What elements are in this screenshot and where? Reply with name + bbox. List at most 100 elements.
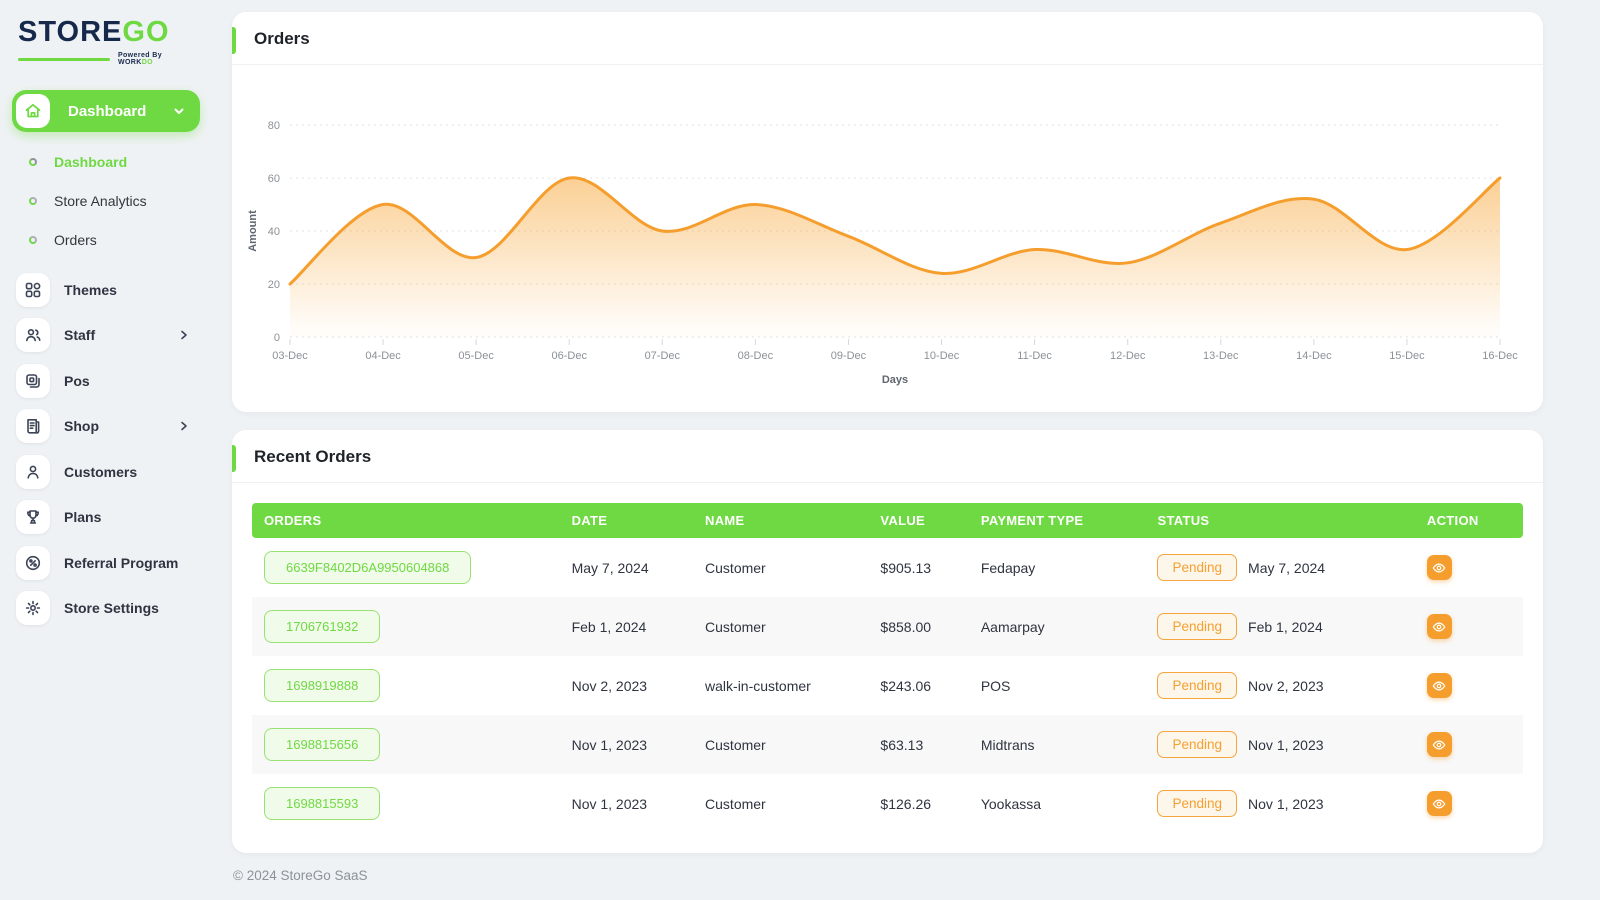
staff-icon bbox=[16, 318, 50, 352]
sidebar-subnav: Dashboard Store Analytics Orders bbox=[0, 142, 212, 259]
svg-text:15-Dec: 15-Dec bbox=[1389, 350, 1425, 362]
svg-text:06-Dec: 06-Dec bbox=[551, 350, 587, 362]
col-header-name: NAME bbox=[693, 503, 868, 538]
chevron-right-icon bbox=[178, 329, 190, 341]
status-badge: Pending bbox=[1157, 731, 1237, 758]
svg-text:Amount: Amount bbox=[247, 210, 259, 252]
order-name: Customer bbox=[693, 715, 868, 774]
view-order-button[interactable] bbox=[1427, 732, 1452, 757]
sidebar-item-themes[interactable]: Themes bbox=[0, 267, 212, 313]
svg-text:04-Dec: 04-Dec bbox=[365, 350, 401, 362]
svg-text:80: 80 bbox=[268, 120, 280, 132]
trophy-icon bbox=[16, 500, 50, 534]
view-order-button[interactable] bbox=[1427, 555, 1452, 580]
view-order-button[interactable] bbox=[1427, 791, 1452, 816]
orders-chart-card: Orders 02040608003-Dec04-Dec05-Dec06-Dec… bbox=[232, 12, 1543, 412]
storego-logo[interactable]: STOREGO Powered By WORKDO bbox=[0, 10, 212, 68]
order-date: Feb 1, 2024 bbox=[560, 597, 693, 656]
sidebar-nav: Themes Staff Pos Shop bbox=[0, 267, 212, 631]
orders-card-title: Orders bbox=[254, 29, 1521, 49]
eye-icon bbox=[1432, 561, 1446, 575]
sidebar-item-store-analytics[interactable]: Store Analytics bbox=[0, 181, 212, 220]
main-content: Orders 02040608003-Dec04-Dec05-Dec06-Dec… bbox=[232, 12, 1543, 883]
logo-underline bbox=[18, 58, 110, 61]
sidebar-item-referral-program[interactable]: Referral Program bbox=[0, 540, 212, 586]
chevron-down-icon bbox=[172, 104, 186, 118]
svg-text:40: 40 bbox=[268, 226, 280, 238]
sidebar-item-store-settings[interactable]: Store Settings bbox=[0, 586, 212, 632]
sidebar-item-plans[interactable]: Plans bbox=[0, 495, 212, 541]
svg-text:Days: Days bbox=[882, 374, 908, 386]
order-value: $63.13 bbox=[868, 715, 968, 774]
status-badge: Pending bbox=[1157, 554, 1237, 581]
bullet-icon bbox=[29, 197, 37, 205]
svg-text:13-Dec: 13-Dec bbox=[1203, 350, 1239, 362]
sidebar-item-staff[interactable]: Staff bbox=[0, 313, 212, 359]
status-badge: Pending bbox=[1157, 790, 1237, 817]
status-badge: Pending bbox=[1157, 672, 1237, 699]
order-payment-type: Midtrans bbox=[969, 715, 1146, 774]
gear-icon bbox=[16, 591, 50, 625]
chevron-right-icon bbox=[178, 420, 190, 432]
table-row: 6639F8402D6A9950604868 May 7, 2024 Custo… bbox=[252, 538, 1523, 597]
order-payment-type: Fedapay bbox=[969, 538, 1146, 597]
table-row: 1706761932 Feb 1, 2024 Customer $858.00 … bbox=[252, 597, 1523, 656]
order-name: Customer bbox=[693, 597, 868, 656]
order-value: $243.06 bbox=[868, 656, 968, 715]
col-header-orders: ORDERS bbox=[252, 503, 560, 538]
col-header-status: STATUS bbox=[1145, 503, 1414, 538]
order-date: Nov 2, 2023 bbox=[560, 656, 693, 715]
status-date: Nov 1, 2023 bbox=[1248, 796, 1324, 812]
shop-icon bbox=[16, 409, 50, 443]
sidebar-item-dashboard[interactable]: Dashboard bbox=[0, 142, 212, 181]
order-date: May 7, 2024 bbox=[560, 538, 693, 597]
sidebar-group-dashboard[interactable]: Dashboard bbox=[12, 90, 200, 132]
copyright-text: © 2024 StoreGo SaaS bbox=[233, 868, 1543, 883]
order-id-badge: 1698815593 bbox=[264, 787, 380, 820]
status-badge: Pending bbox=[1157, 613, 1237, 640]
eye-icon bbox=[1432, 620, 1446, 634]
recent-orders-title: Recent Orders bbox=[254, 447, 1521, 467]
sidebar-item-shop[interactable]: Shop bbox=[0, 404, 212, 450]
svg-text:0: 0 bbox=[274, 332, 280, 344]
order-name: Customer bbox=[693, 774, 868, 833]
order-payment-type: Aamarpay bbox=[969, 597, 1146, 656]
order-name: walk-in-customer bbox=[693, 656, 868, 715]
sidebar-item-orders[interactable]: Orders bbox=[0, 220, 212, 259]
bullet-icon bbox=[29, 236, 37, 244]
status-date: Nov 2, 2023 bbox=[1248, 678, 1324, 694]
sidebar: STOREGO Powered By WORKDO Dashboard Dash… bbox=[0, 0, 212, 900]
view-order-button[interactable] bbox=[1427, 673, 1452, 698]
customer-icon bbox=[16, 455, 50, 489]
view-order-button[interactable] bbox=[1427, 614, 1452, 639]
card-accent-bar bbox=[232, 445, 236, 472]
order-value: $905.13 bbox=[868, 538, 968, 597]
table-header-row: ORDERS DATE NAME VALUE PAYMENT TYPE STAT… bbox=[252, 503, 1523, 538]
recent-orders-card: Recent Orders ORDERS DATE NAME VALUE PAY… bbox=[232, 430, 1543, 853]
eye-icon bbox=[1432, 679, 1446, 693]
sidebar-item-customers[interactable]: Customers bbox=[0, 449, 212, 495]
order-id-badge: 1698815656 bbox=[264, 728, 380, 761]
sidebar-item-pos[interactable]: Pos bbox=[0, 358, 212, 404]
bullet-icon bbox=[29, 158, 37, 166]
status-date: Nov 1, 2023 bbox=[1248, 737, 1324, 753]
svg-text:03-Dec: 03-Dec bbox=[272, 350, 308, 362]
order-id-badge: 1698919888 bbox=[264, 669, 380, 702]
col-header-action: ACTION bbox=[1415, 503, 1523, 538]
col-header-value: VALUE bbox=[868, 503, 968, 538]
svg-text:10-Dec: 10-Dec bbox=[924, 350, 960, 362]
powered-by-label: Powered By WORKDO bbox=[118, 52, 196, 66]
order-value: $126.26 bbox=[868, 774, 968, 833]
logo-text: STOREGO bbox=[18, 18, 196, 47]
order-date: Nov 1, 2023 bbox=[560, 715, 693, 774]
table-row: 1698815593 Nov 1, 2023 Customer $126.26 … bbox=[252, 774, 1523, 833]
svg-text:08-Dec: 08-Dec bbox=[738, 350, 774, 362]
svg-text:16-Dec: 16-Dec bbox=[1482, 350, 1518, 362]
order-id-badge: 1706761932 bbox=[264, 610, 380, 643]
percent-badge-icon bbox=[16, 546, 50, 580]
order-id-badge: 6639F8402D6A9950604868 bbox=[264, 551, 471, 584]
col-header-date: DATE bbox=[560, 503, 693, 538]
pos-icon bbox=[16, 364, 50, 398]
home-icon bbox=[16, 94, 50, 128]
svg-text:05-Dec: 05-Dec bbox=[458, 350, 494, 362]
